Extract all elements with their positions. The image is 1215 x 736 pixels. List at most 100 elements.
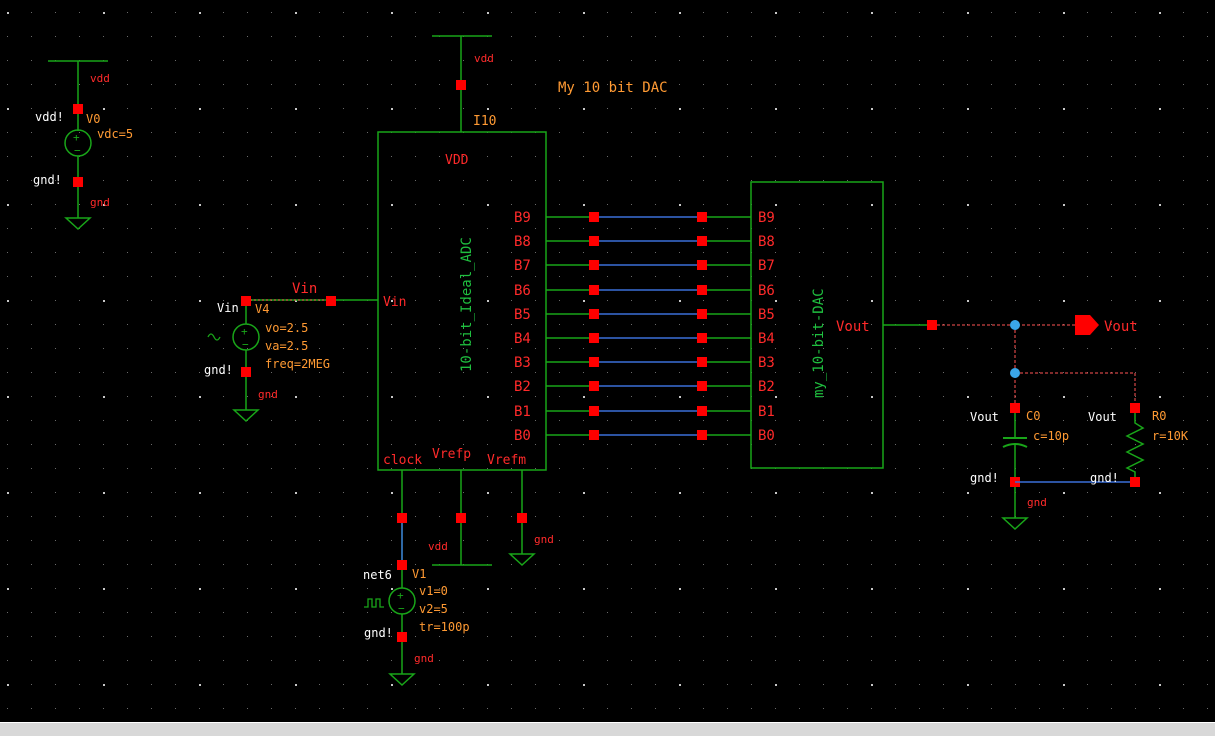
pin-marker[interactable] <box>241 296 251 306</box>
dac-input-pin-label: B5 <box>758 307 775 323</box>
pin-label: gnd! <box>204 363 233 377</box>
pin-marker[interactable] <box>697 260 707 270</box>
pin-name-clock: clock <box>383 453 422 468</box>
pin-marker[interactable] <box>456 513 466 523</box>
svg-text:−: − <box>242 338 249 351</box>
ground-icon <box>508 553 536 567</box>
net-label: gnd <box>414 652 434 665</box>
instance-param: vo=2.5 <box>265 321 308 335</box>
pin-name-vdd: VDD <box>445 153 469 168</box>
pin-marker[interactable] <box>589 285 599 295</box>
instance-param: tr=100p <box>419 620 470 634</box>
pin-marker[interactable] <box>927 320 937 330</box>
adc-output-pin-label: B7 <box>514 258 531 274</box>
instance-name: V1 <box>412 567 426 581</box>
instance-param: v2=5 <box>419 602 448 616</box>
net-label: gnd <box>258 388 278 401</box>
pin-marker[interactable] <box>517 513 527 523</box>
pin-marker[interactable] <box>73 177 83 187</box>
dac-input-pin-label: B4 <box>758 331 775 347</box>
vin-source-v4[interactable]: + − Vin Vin V4 vo=2.5 va=2.5 freq=2MEG g… <box>204 281 378 423</box>
ground-icon <box>388 673 416 687</box>
pin-marker[interactable] <box>589 333 599 343</box>
dac-instance[interactable]: my_10-bit-DAC Vout B9 B8 B7 B6 B5 B4 B3 B2 B1 B0 <box>750 181 884 469</box>
instance-param: vdc=5 <box>97 127 133 141</box>
pin-marker[interactable] <box>697 212 707 222</box>
pin-name-vrefm: Vrefm <box>487 453 526 468</box>
pin-marker[interactable] <box>589 236 599 246</box>
pin-marker[interactable] <box>397 560 407 570</box>
pin-marker[interactable] <box>589 309 599 319</box>
junction-dot <box>1010 320 1020 330</box>
dac-input-pin-label: B9 <box>758 210 775 226</box>
pin-marker[interactable] <box>589 430 599 440</box>
ground-icon <box>64 217 92 231</box>
supply-source-v0[interactable]: + − vdd vdd! V0 vdc=5 gnd! gnd <box>33 60 133 231</box>
junction-dot <box>1010 368 1020 378</box>
pin-label: gnd! <box>1090 471 1119 485</box>
pin-name-vout: Vout <box>836 319 870 335</box>
pin-marker[interactable] <box>1130 477 1140 487</box>
instance-name: V0 <box>86 112 100 126</box>
adc-output-pin-label: B2 <box>514 379 531 395</box>
pin-label: Vout <box>1088 410 1117 424</box>
instance-param: c=10p <box>1033 429 1069 443</box>
pin-marker[interactable] <box>697 236 707 246</box>
instance-param: va=2.5 <box>265 339 308 353</box>
pin-label: net6 <box>363 568 392 582</box>
ground-icon <box>232 409 260 423</box>
pin-name-vin: Vin <box>383 295 406 310</box>
adc-cell-name: 10-bit_Ideal_ADC <box>459 237 475 372</box>
output-network[interactable]: Vout Vout C0 c=10p gnd! gnd Vout R0 r=10… <box>883 315 1189 531</box>
net-label: vdd <box>90 72 110 85</box>
pin-marker[interactable] <box>326 296 336 306</box>
pin-marker[interactable] <box>589 406 599 416</box>
ground-icon <box>1001 517 1029 531</box>
pin-marker[interactable] <box>1130 403 1140 413</box>
pin-marker[interactable] <box>589 260 599 270</box>
pin-marker[interactable] <box>397 513 407 523</box>
grid-dots <box>7 12 1208 709</box>
net-label: gnd <box>1027 496 1047 509</box>
schematic-svg[interactable]: My 10 bit DAC + − vdd vdd! V0 vdc=5 gnd!… <box>0 0 1215 722</box>
pin-marker[interactable] <box>697 357 707 367</box>
pin-marker[interactable] <box>73 104 83 114</box>
pin-marker[interactable] <box>456 80 466 90</box>
pin-marker[interactable] <box>697 430 707 440</box>
pin-label: Vin <box>217 301 239 315</box>
pin-marker[interactable] <box>1010 403 1020 413</box>
instance-name: I10 <box>473 114 496 129</box>
adc-output-pin-label: B8 <box>514 234 531 250</box>
pin-marker[interactable] <box>697 333 707 343</box>
pin-marker[interactable] <box>397 632 407 642</box>
svg-text:+: + <box>73 131 80 144</box>
svg-text:+: + <box>241 325 248 338</box>
pin-marker[interactable] <box>697 285 707 295</box>
pin-marker[interactable] <box>697 309 707 319</box>
pin-marker[interactable] <box>697 406 707 416</box>
pin-marker[interactable] <box>589 212 599 222</box>
instance-name: C0 <box>1026 409 1040 423</box>
pin-marker[interactable] <box>697 381 707 391</box>
output-pin-icon[interactable] <box>1075 315 1099 335</box>
dac-input-pin-label: B3 <box>758 355 775 371</box>
pin-label: vdd! <box>35 110 64 124</box>
dac-input-pin-label: B2 <box>758 379 775 395</box>
output-pin-label: Vout <box>1104 319 1138 335</box>
pin-label: gnd! <box>33 173 62 187</box>
data-bus-wires[interactable] <box>546 212 751 440</box>
pin-marker[interactable] <box>589 381 599 391</box>
adc-output-pins: B9 B8 B7 B6 B5 B4 B3 B2 B1 B0 <box>514 210 531 444</box>
pin-marker[interactable] <box>241 367 251 377</box>
clock-source-v1[interactable]: + − net6 V1 v1=0 v2=5 tr=100p gnd! gnd <box>363 523 470 687</box>
status-bar <box>0 722 1215 736</box>
schematic-canvas[interactable]: My 10 bit DAC + − vdd vdd! V0 vdc=5 gnd!… <box>0 0 1215 722</box>
pin-marker[interactable] <box>589 357 599 367</box>
adc-instance-i10[interactable]: vdd I10 VDD Vin clock Vrefp Vrefm 10-bit… <box>377 35 554 568</box>
instance-param: v1=0 <box>419 584 448 598</box>
pin-label: gnd! <box>364 626 393 640</box>
adc-output-pin-label: B5 <box>514 307 531 323</box>
svg-text:−: − <box>74 144 81 157</box>
adc-output-pin-label: B9 <box>514 210 531 226</box>
sine-wave-icon <box>207 333 221 341</box>
